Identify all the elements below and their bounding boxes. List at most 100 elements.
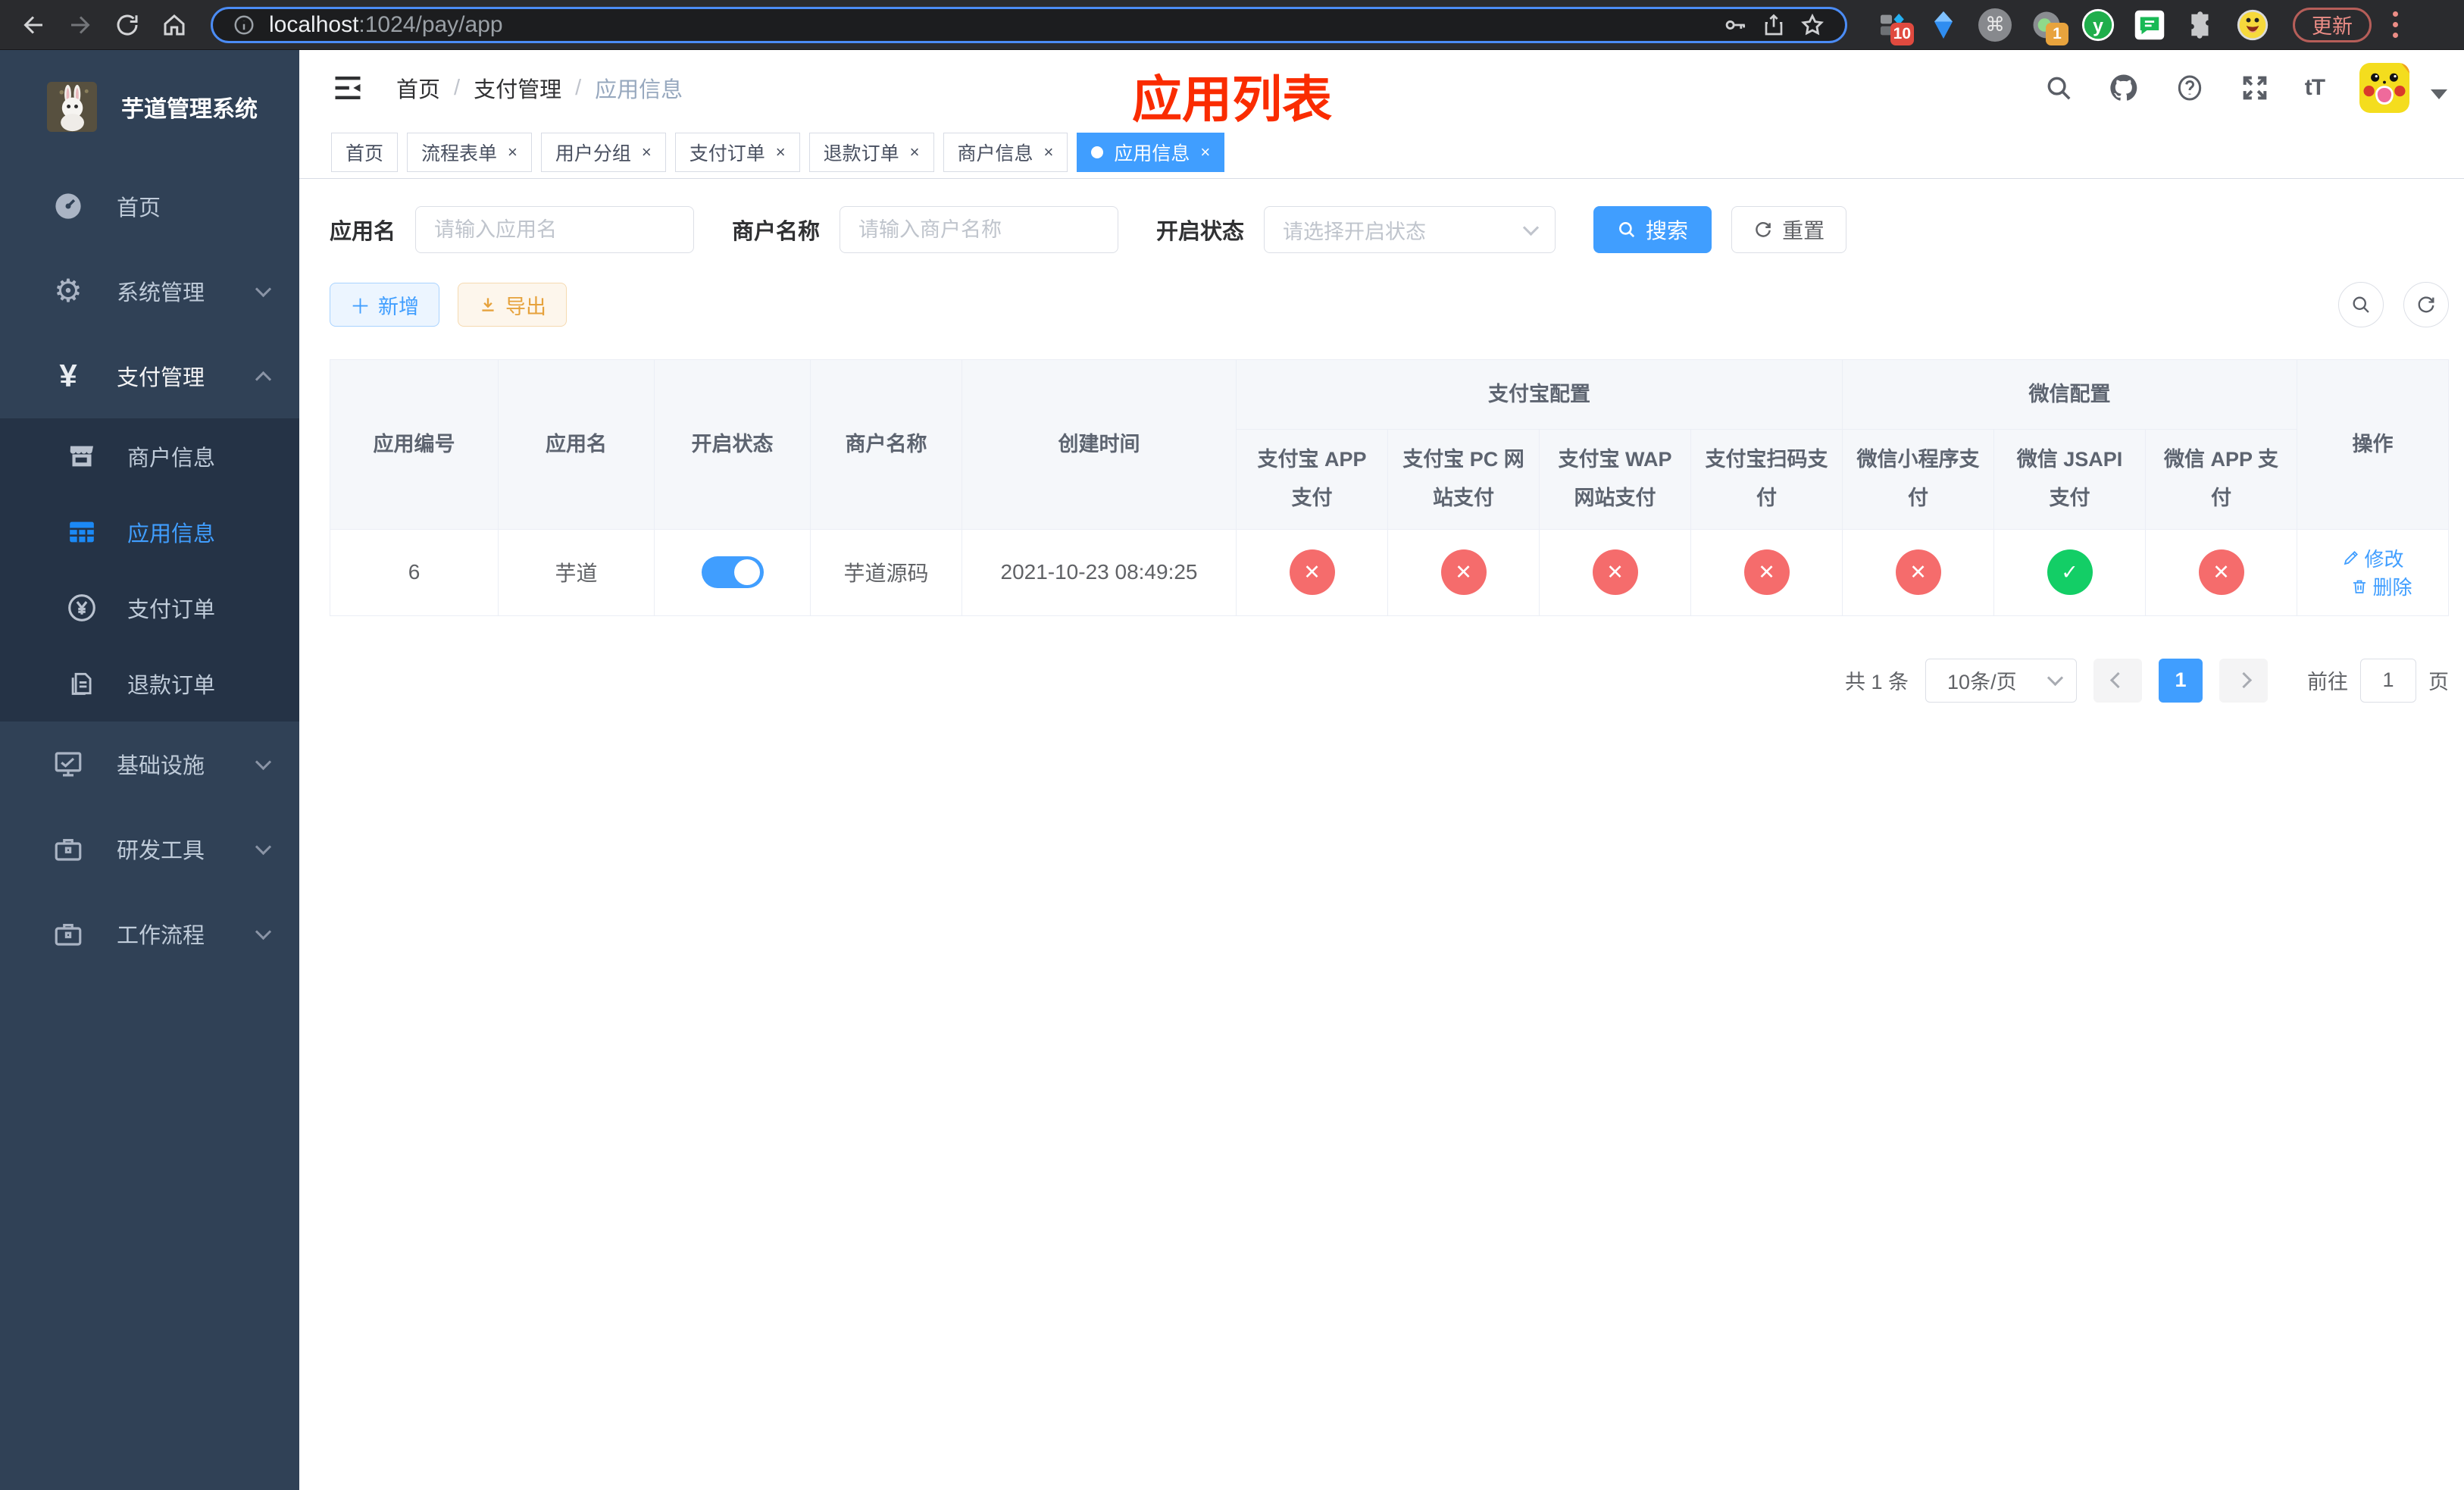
plus-icon: ＋ <box>350 295 371 318</box>
avatar-caret-icon[interactable] <box>2431 89 2448 99</box>
sidebar-collapse-icon[interactable] <box>331 71 364 105</box>
current-page[interactable]: 1 <box>2159 658 2203 703</box>
cell-created-at: 2021-10-23 08:49:25 <box>962 528 1237 616</box>
annotation-title: 应用列表 <box>1132 71 1332 127</box>
close-icon[interactable]: × <box>642 142 652 162</box>
page-size-value: 10条/页 <box>1947 671 2017 694</box>
status-toggle[interactable] <box>701 556 764 589</box>
help-icon[interactable] <box>2175 73 2205 103</box>
navbar-tools: tT <box>2044 63 2448 113</box>
y-logo-extension-icon[interactable]: y <box>2081 8 2115 42</box>
tiles-extension-icon[interactable]: 10 <box>1875 8 1914 45</box>
wx-lite-status-icon[interactable]: ✕ <box>1895 549 1941 596</box>
yen-circle-icon <box>64 592 100 624</box>
merchant-name-label: 商户名称 <box>732 220 821 244</box>
cell-app-name: 芋道 <box>498 528 655 616</box>
alipay-app-status-icon[interactable]: ✕ <box>1289 549 1335 596</box>
extensions-puzzle-icon[interactable] <box>2184 8 2219 42</box>
close-icon[interactable]: × <box>1200 142 1210 162</box>
password-key-icon[interactable] <box>1722 12 1748 38</box>
wx-app-status-icon[interactable]: ✕ <box>2198 549 2244 596</box>
search-button-label: 搜索 <box>1646 219 1689 243</box>
address-bar[interactable]: localhost:1024/pay/app <box>211 6 1847 43</box>
fullscreen-icon[interactable] <box>2240 73 2270 103</box>
sidebar-item-label: 退款订单 <box>127 674 216 698</box>
sidebar-item-app-info[interactable]: 应用信息 <box>0 494 299 570</box>
command-extension-icon[interactable]: ⌘ <box>1978 8 2012 42</box>
sidebar-item-home[interactable]: 首页 <box>0 164 299 249</box>
app-name-input[interactable] <box>415 206 695 253</box>
reset-button[interactable]: 重置 <box>1731 206 1847 253</box>
home-button[interactable] <box>155 5 194 45</box>
sidebar-item-devtools[interactable]: 研发工具 <box>0 806 299 891</box>
site-info-icon[interactable] <box>233 14 255 36</box>
browser-menu-icon[interactable] <box>2391 11 2399 38</box>
search-icon[interactable] <box>2044 74 2073 102</box>
back-button[interactable] <box>14 5 53 45</box>
sidebar-item-refund-order[interactable]: 退款订单 <box>0 646 299 722</box>
close-icon[interactable]: × <box>1044 142 1054 162</box>
edit-link[interactable]: 修改 <box>2342 544 2404 572</box>
add-button[interactable]: ＋ 新增 <box>330 283 439 327</box>
tab-merchant-info[interactable]: 商户信息 × <box>943 132 1068 172</box>
status-select[interactable]: 请选择开启状态 <box>1264 206 1556 253</box>
add-button-label: 新增 <box>378 295 419 318</box>
search-button[interactable]: 搜索 <box>1593 206 1712 253</box>
delete-link[interactable]: 删除 <box>2350 572 2412 600</box>
group-wechat-config: 微信配置 <box>1841 359 2298 430</box>
github-icon[interactable] <box>2108 72 2140 104</box>
col-alipay-app: 支付宝 APP 支付 <box>1236 429 1388 530</box>
tab-label: 首页 <box>346 142 384 164</box>
share-icon[interactable] <box>1762 13 1786 37</box>
alipay-qr-status-icon[interactable]: ✕ <box>1743 549 1790 596</box>
user-avatar[interactable] <box>2359 63 2410 113</box>
chat-extension-icon[interactable] <box>2132 8 2167 42</box>
emoji-extension-icon[interactable] <box>2235 8 2270 42</box>
sidebar-item-merchant-info[interactable]: 商户信息 <box>0 418 299 494</box>
url-host: localhost <box>269 11 359 37</box>
toggle-search-button[interactable] <box>2338 282 2384 327</box>
wx-jsapi-status-icon[interactable]: ✓ <box>2047 549 2093 596</box>
merchant-name-input[interactable] <box>840 206 1119 253</box>
sidebar-item-infra[interactable]: 基础设施 <box>0 722 299 806</box>
font-size-icon[interactable]: tT <box>2305 75 2325 101</box>
sidebar-item-pay-order[interactable]: 支付订单 <box>0 570 299 646</box>
sidebar-item-label: 基础设施 <box>117 754 205 778</box>
alipay-pc-status-icon[interactable]: ✕ <box>1440 549 1487 596</box>
sidebar-item-payment[interactable]: ¥ 支付管理 <box>0 333 299 418</box>
tab-user-group[interactable]: 用户分组 × <box>540 132 666 172</box>
sidebar-item-system[interactable]: ⚙ 系统管理 <box>0 249 299 333</box>
monitor-check-icon <box>50 748 86 780</box>
next-page-button[interactable] <box>2219 658 2269 703</box>
goto-label: 前往 <box>2307 671 2349 694</box>
bookmark-star-icon[interactable] <box>1800 12 1825 38</box>
status-select-placeholder: 请选择开启状态 <box>1283 220 1427 243</box>
breadcrumb-home[interactable]: 首页 <box>396 72 440 104</box>
close-icon[interactable]: × <box>508 142 518 162</box>
tab-pay-order[interactable]: 支付订单 × <box>674 132 800 172</box>
tab-process-form[interactable]: 流程表单 × <box>407 132 532 172</box>
browser-update-button[interactable]: 更新 <box>2293 7 2372 42</box>
tab-home[interactable]: 首页 <box>331 132 399 172</box>
chevron-down-icon <box>2047 669 2064 687</box>
forward-button[interactable] <box>61 5 100 45</box>
chevron-down-icon <box>255 280 272 297</box>
reload-button[interactable] <box>108 5 147 45</box>
alipay-wap-status-icon[interactable]: ✕ <box>1592 549 1638 596</box>
sidebar-item-workflow[interactable]: 工作流程 <box>0 891 299 976</box>
page-size-select[interactable]: 10条/页 <box>1925 658 2078 703</box>
tab-refund-order[interactable]: 退款订单 × <box>808 132 934 172</box>
prev-page-button[interactable] <box>2093 658 2143 703</box>
col-app-id: 应用编号 <box>330 359 499 530</box>
svg-text:y: y <box>2093 15 2103 36</box>
app-table: 应用编号 应用名 开启状态 商户名称 创建时间 支付宝配置 微信配置 操作 支付… <box>330 359 2450 616</box>
tab-app-info[interactable]: 应用信息 × <box>1077 132 1225 172</box>
goto-page-input[interactable] <box>2360 658 2417 703</box>
refresh-button[interactable] <box>2403 282 2450 327</box>
close-icon[interactable]: × <box>910 142 920 162</box>
recorder-extension-icon[interactable]: 1 <box>2029 8 2068 45</box>
close-icon[interactable]: × <box>776 142 786 162</box>
export-button[interactable]: 导出 <box>458 283 567 327</box>
diamond-extension-icon[interactable] <box>1926 8 1961 42</box>
breadcrumb-payment[interactable]: 支付管理 <box>474 72 561 104</box>
